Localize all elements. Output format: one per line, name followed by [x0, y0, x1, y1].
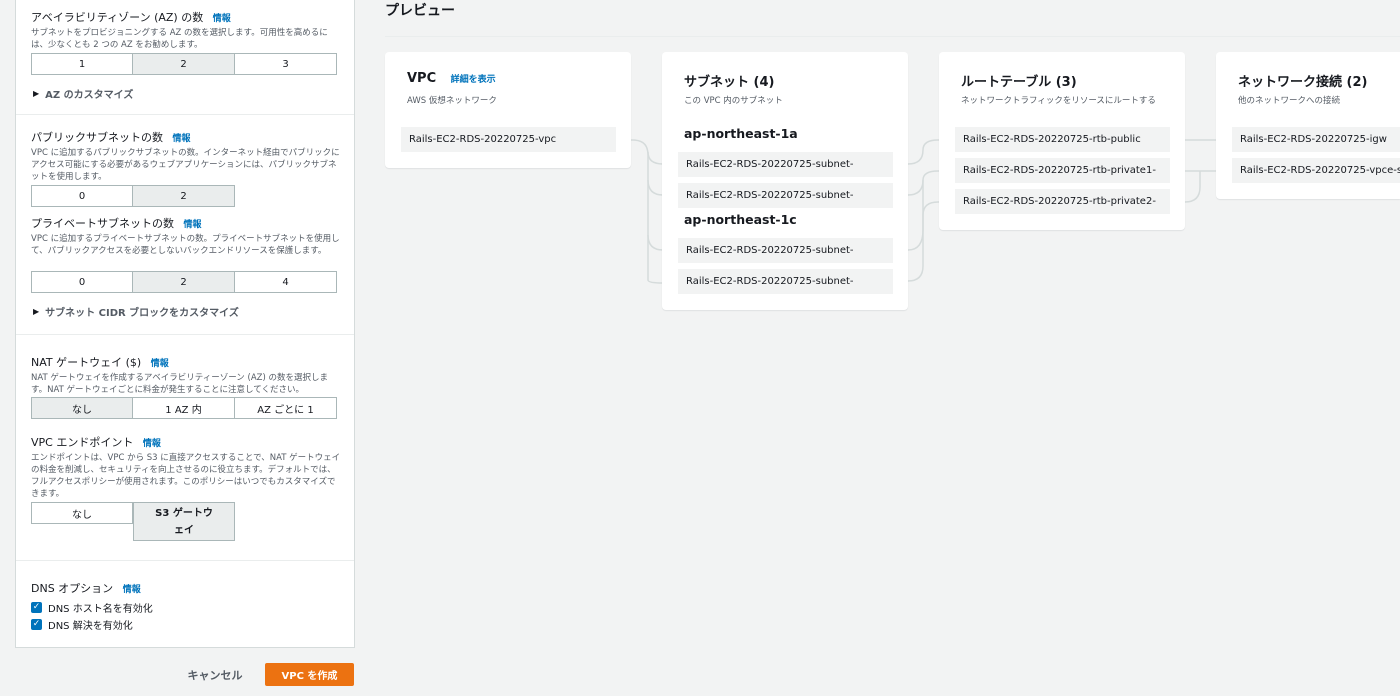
az-group-title: ap-northeast-1a	[684, 126, 798, 141]
vpc-card-subtitle: AWS 仮想ネットワーク	[407, 96, 497, 106]
subnets-card-subtitle: この VPC 内のサブネット	[684, 96, 783, 106]
network-card-title: ネットワーク接続 (2)	[1238, 75, 1368, 90]
subnet-resource: Rails-EC2-RDS-20220725-subnet-	[678, 152, 893, 177]
az-group-title: ap-northeast-1c	[684, 212, 797, 227]
route-tables-card: ルートテーブル (3) ネットワークトラフィックをリソースにルートする Rail…	[939, 52, 1185, 230]
subnet-resource: Rails-EC2-RDS-20220725-subnet-	[678, 269, 893, 294]
vpc-resource: Rails-EC2-RDS-20220725-vpc	[401, 127, 616, 152]
route-table-resource: Rails-EC2-RDS-20220725-rtb-private1-	[955, 158, 1170, 183]
route-tables-card-title: ルートテーブル (3)	[961, 75, 1077, 90]
route-tables-card-subtitle: ネットワークトラフィックをリソースにルートする	[961, 96, 1156, 106]
vpc-card-title: VPC	[407, 71, 437, 86]
network-resource: Rails-EC2-RDS-20220725-vpce-s3	[1232, 158, 1400, 183]
network-resource: Rails-EC2-RDS-20220725-igw	[1232, 127, 1400, 152]
route-table-resource: Rails-EC2-RDS-20220725-rtb-private2-	[955, 189, 1170, 214]
vpc-details-link[interactable]: 詳細を表示	[451, 75, 496, 85]
vpc-card: VPC 詳細を表示 AWS 仮想ネットワーク Rails-EC2-RDS-202…	[385, 52, 631, 168]
network-card-subtitle: 他のネットワークへの接続	[1238, 96, 1341, 106]
subnets-card-title: サブネット (4)	[684, 75, 775, 90]
subnet-resource: Rails-EC2-RDS-20220725-subnet-	[678, 183, 893, 208]
subnet-resource: Rails-EC2-RDS-20220725-subnet-	[678, 238, 893, 263]
subnets-card: サブネット (4) この VPC 内のサブネット ap-northeast-1a…	[662, 52, 908, 310]
network-connections-card: ネットワーク接続 (2) 他のネットワークへの接続 Rails-EC2-RDS-…	[1216, 52, 1400, 199]
route-table-resource: Rails-EC2-RDS-20220725-rtb-public	[955, 127, 1170, 152]
